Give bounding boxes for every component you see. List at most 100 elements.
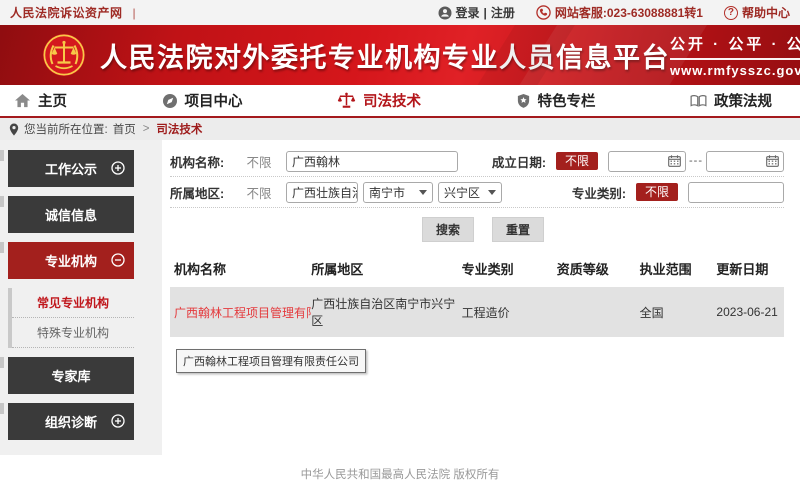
- date-range-separator: ---: [689, 155, 703, 167]
- login-link[interactable]: 登录: [456, 4, 480, 21]
- date-filter-group: 成立日期: 不限 ---: [492, 151, 784, 172]
- website-url: www.rmfysszc.gov.cn: [670, 60, 800, 78]
- org-name-tooltip: 广西翰林工程项目管理有限责任公司: [176, 349, 366, 373]
- book-icon: [690, 94, 707, 108]
- reset-button[interactable]: 重置: [492, 217, 544, 242]
- help-center-link[interactable]: 帮助中心: [742, 4, 790, 21]
- auth-group: 登录 | 注册: [438, 4, 515, 21]
- nav-item-project-center[interactable]: 项目中心: [162, 90, 243, 111]
- minus-circle-icon[interactable]: [111, 253, 125, 267]
- sidebar-submenu: 常见专业机构 特殊专业机构: [8, 288, 134, 348]
- col-header-region: 所属地区: [311, 259, 461, 278]
- date-end-input[interactable]: [706, 151, 784, 172]
- nav-label: 主页: [38, 90, 67, 111]
- phone-icon: [536, 5, 551, 20]
- auth-divider: |: [484, 6, 487, 20]
- topbar-right: 登录 | 注册 网站客服:023-63088881转1 ? 帮助中心: [424, 4, 791, 21]
- court-emblem-logo: [42, 33, 86, 77]
- nav-label: 政策法规: [714, 90, 772, 111]
- sidebar-item-label: 专家库: [51, 366, 90, 385]
- sidebar: 工作公示 诚信信息 专业机构 常见专业机构 特殊专业机构 专家库 组织诊断: [0, 140, 162, 455]
- org-name-nolimit-toggle[interactable]: 不限: [238, 152, 280, 171]
- col-header-update-date: 更新日期: [716, 259, 784, 278]
- help-group: ? 帮助中心: [724, 4, 790, 21]
- content: 工作公示 诚信信息 专业机构 常见专业机构 特殊专业机构 专家库 组织诊断: [0, 140, 800, 455]
- category-label: 专业类别:: [572, 183, 626, 202]
- category-input[interactable]: [688, 182, 784, 203]
- top-utility-bar: 人民法院诉讼资产网 | 登录 | 注册 网站客服:023-63088881转1 …: [0, 0, 800, 25]
- filter-row-name-date: 机构名称: 不限 成立日期: 不限 ---: [170, 146, 784, 177]
- page: 人民法院诉讼资产网 | 登录 | 注册 网站客服:023-63088881转1 …: [0, 0, 800, 484]
- org-name-label: 机构名称:: [170, 152, 238, 171]
- badge-icon: [516, 93, 531, 109]
- sidebar-item-label: 诚信信息: [45, 205, 97, 224]
- sidebar-subitem-special-orgs[interactable]: 特殊专业机构: [12, 318, 134, 348]
- scales-icon: [337, 92, 356, 109]
- chevron-down-icon: [419, 190, 427, 195]
- sidebar-subitem-common-orgs[interactable]: 常见专业机构: [12, 288, 134, 318]
- sidebar-item-org-diagnosis[interactable]: 组织诊断: [8, 403, 134, 440]
- nav-label: 特色专栏: [538, 90, 596, 111]
- region-nolimit-toggle[interactable]: 不限: [238, 183, 280, 202]
- province-select-value: 广西壮族自治: [292, 184, 358, 201]
- main-panel: 机构名称: 不限 成立日期: 不限 --- 所属地区:: [162, 140, 800, 455]
- founding-date-label: 成立日期:: [492, 152, 546, 171]
- topbar-divider: |: [133, 6, 136, 20]
- slogan-text: 公开 · 公平 · 公正: [670, 33, 800, 60]
- district-select-value: 兴宁区: [444, 184, 480, 201]
- copyright-text: 中华人民共和国最高人民法院 版权所有: [301, 469, 500, 481]
- district-select[interactable]: 兴宁区: [438, 182, 502, 203]
- banner-header: 人民法院对外委托专业机构专业人员信息平台 公开 · 公平 · 公正 www.rm…: [0, 25, 800, 85]
- sidebar-item-work-publicity[interactable]: 工作公示: [8, 150, 134, 187]
- col-header-org-name: 机构名称: [170, 259, 311, 278]
- calendar-icon: [668, 155, 681, 167]
- service-hotline: 网站客服:023-63088881转1: [555, 4, 703, 21]
- cell-scope: 全国: [640, 304, 717, 321]
- breadcrumb-home-link[interactable]: 首页: [113, 121, 136, 137]
- col-header-qualification: 资质等级: [557, 259, 640, 278]
- plus-circle-icon[interactable]: [111, 161, 125, 175]
- nav-item-policy[interactable]: 政策法规: [690, 90, 772, 111]
- founding-date-nolimit-toggle[interactable]: 不限: [556, 152, 598, 170]
- sidebar-item-label: 工作公示: [45, 159, 97, 178]
- nav-item-judicial-tech[interactable]: 司法技术: [337, 90, 421, 111]
- banner-right: 公开 · 公平 · 公正 www.rmfysszc.gov.cn: [670, 33, 800, 78]
- sidebar-item-label: 专业机构: [45, 251, 97, 270]
- filter-row-region-category: 所属地区: 不限 广西壮族自治 南宁市 兴宁区 专业类别: 不限: [170, 177, 784, 208]
- date-start-input[interactable]: [608, 151, 686, 172]
- calendar-icon: [766, 155, 779, 167]
- user-icon: [438, 6, 452, 20]
- region-label: 所属地区:: [170, 183, 238, 202]
- sidebar-item-credit-info[interactable]: 诚信信息: [8, 196, 134, 233]
- city-select[interactable]: 南宁市: [363, 182, 433, 203]
- province-select[interactable]: 广西壮族自治: [286, 182, 358, 203]
- nav-item-home[interactable]: 主页: [14, 90, 67, 111]
- sidebar-item-professional-orgs[interactable]: 专业机构: [8, 242, 134, 279]
- breadcrumb-separator: >: [143, 123, 150, 135]
- breadcrumb-prefix: 您当前所在位置:: [24, 121, 108, 137]
- home-icon: [14, 93, 31, 108]
- category-nolimit-toggle[interactable]: 不限: [636, 183, 678, 201]
- action-button-row: 搜索 重置: [170, 208, 784, 249]
- location-pin-icon: [9, 123, 19, 136]
- nav-label: 项目中心: [185, 90, 243, 111]
- org-name-link[interactable]: 广西翰林工程项目管理有限责任...: [170, 304, 311, 321]
- search-button[interactable]: 搜索: [422, 217, 474, 242]
- table-row: 广西翰林工程项目管理有限责任... 广西壮族自治区南宁市兴宁区 工程造价 全国 …: [170, 287, 784, 337]
- breadcrumb-current: 司法技术: [156, 121, 202, 137]
- table-header-row: 机构名称 所属地区 专业类别 资质等级 执业范围 更新日期: [170, 249, 784, 287]
- col-header-scope: 执业范围: [640, 259, 717, 278]
- service-group: 网站客服:023-63088881转1: [536, 4, 703, 21]
- col-header-category: 专业类别: [462, 259, 557, 278]
- org-name-input[interactable]: [286, 151, 458, 172]
- sister-site-link[interactable]: 人民法院诉讼资产网: [10, 4, 123, 21]
- main-nav: 主页 项目中心 司法技术 特色专栏 政策法规: [0, 85, 800, 118]
- sidebar-item-expert-library[interactable]: 专家库: [8, 357, 134, 394]
- register-link[interactable]: 注册: [491, 4, 515, 21]
- plus-circle-icon[interactable]: [111, 414, 125, 428]
- cell-region: 广西壮族自治区南宁市兴宁区: [311, 295, 461, 329]
- city-select-value: 南宁市: [369, 184, 405, 201]
- nav-item-special-column[interactable]: 特色专栏: [516, 90, 596, 111]
- breadcrumb: 您当前所在位置: 首页 > 司法技术: [0, 118, 800, 140]
- help-question-icon: ?: [724, 6, 738, 20]
